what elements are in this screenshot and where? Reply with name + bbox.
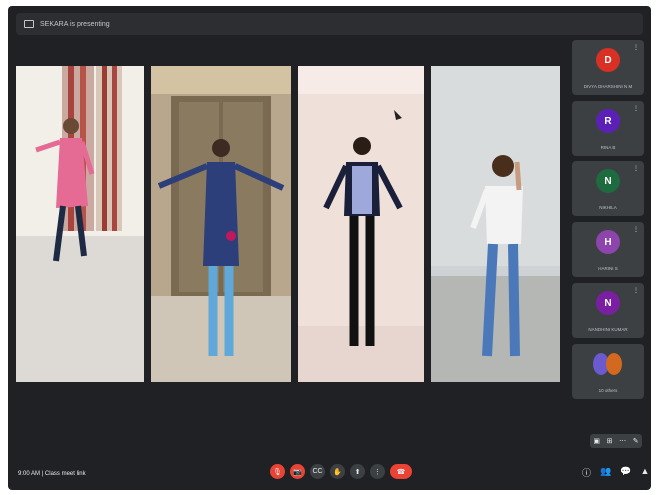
participant-name: RINA B bbox=[600, 145, 616, 150]
meet-window: SEKARA is presenting ⋮ D DIVYA DHARSHINI… bbox=[8, 6, 651, 490]
mic-off-icon: 🎙 bbox=[273, 468, 282, 476]
edit-icon[interactable]: ✎ bbox=[633, 437, 639, 445]
participant-name: NIKHILA bbox=[599, 205, 617, 210]
avatar: D bbox=[596, 48, 620, 72]
mic-off-icon: ⋮ bbox=[633, 106, 639, 112]
more-vert-icon: ⋮ bbox=[374, 468, 381, 476]
others-label: 10 others bbox=[598, 388, 618, 393]
mic-off-icon: ⋮ bbox=[633, 227, 639, 233]
more-options-button[interactable]: ⋮ bbox=[370, 464, 385, 479]
presenting-text: SEKARA is presenting bbox=[40, 20, 110, 28]
presenting-banner: SEKARA is presenting bbox=[16, 13, 643, 35]
grid-icon[interactable]: ⊞ bbox=[607, 437, 613, 445]
participant-tile[interactable]: ⋮ D DIVYA DHARSHINI N M bbox=[572, 40, 644, 95]
raise-hand-icon: ✋ bbox=[333, 468, 342, 476]
avatar: R bbox=[596, 109, 620, 133]
captions-button[interactable]: CC bbox=[310, 464, 325, 479]
participant-tile[interactable]: ⋮ N NIKHILA bbox=[572, 161, 644, 216]
pin-icon[interactable]: ▣ bbox=[593, 437, 600, 445]
present-screen-icon bbox=[24, 20, 34, 28]
video-tile-3[interactable] bbox=[298, 66, 424, 382]
meeting-tools: ⓘ 👥 💬 ▲ bbox=[582, 466, 649, 479]
info-icon[interactable]: ⓘ bbox=[582, 466, 591, 479]
layout-controls[interactable]: ▣ ⊞ ⋯ ✎ bbox=[590, 434, 642, 448]
camera-off-button[interactable]: 📷 bbox=[290, 464, 305, 479]
phone-hangup-icon: ☎ bbox=[396, 468, 406, 476]
mic-off-button[interactable]: 🎙 bbox=[270, 464, 285, 479]
end-call-button[interactable]: ☎ bbox=[390, 464, 412, 479]
others-avatars bbox=[593, 353, 623, 375]
video-tile-1[interactable] bbox=[16, 66, 144, 382]
activities-icon[interactable]: ▲ bbox=[640, 466, 649, 479]
chat-icon[interactable]: 💬 bbox=[620, 466, 631, 479]
captions-icon: CC bbox=[312, 468, 323, 475]
others-tile[interactable]: 10 others bbox=[572, 344, 644, 399]
mic-off-icon: ⋮ bbox=[633, 166, 639, 172]
video-tile-4[interactable] bbox=[431, 66, 560, 382]
participant-name: NANDHINI KUMAR bbox=[588, 327, 628, 332]
avatar: N bbox=[596, 169, 620, 193]
meeting-time-info: 9:00 AM | Class meet link bbox=[18, 471, 86, 477]
video-tile-2[interactable] bbox=[151, 66, 291, 382]
raise-hand-button[interactable]: ✋ bbox=[330, 464, 345, 479]
participant-name: DIVYA DHARSHINI N M bbox=[583, 84, 633, 89]
avatar: H bbox=[596, 230, 620, 254]
mic-off-icon: ⋮ bbox=[633, 45, 639, 51]
call-controls: 🎙 📷 CC ✋ ⬆ ⋮ ☎ bbox=[270, 464, 412, 479]
camera-off-icon: 📷 bbox=[293, 468, 302, 476]
participant-tile[interactable]: ⋮ N NANDHINI KUMAR bbox=[572, 283, 644, 338]
present-icon: ⬆ bbox=[354, 468, 361, 476]
people-icon[interactable]: 👥 bbox=[600, 466, 611, 479]
mic-off-icon: ⋮ bbox=[633, 288, 639, 294]
participant-tile[interactable]: ⋮ H HARINI S bbox=[572, 222, 644, 277]
avatar: N bbox=[596, 291, 620, 315]
present-button[interactable]: ⬆ bbox=[350, 464, 365, 479]
more-icon[interactable]: ⋯ bbox=[619, 437, 626, 445]
participant-name: HARINI S bbox=[598, 266, 618, 271]
participant-tile[interactable]: ⋮ R RINA B bbox=[572, 101, 644, 156]
